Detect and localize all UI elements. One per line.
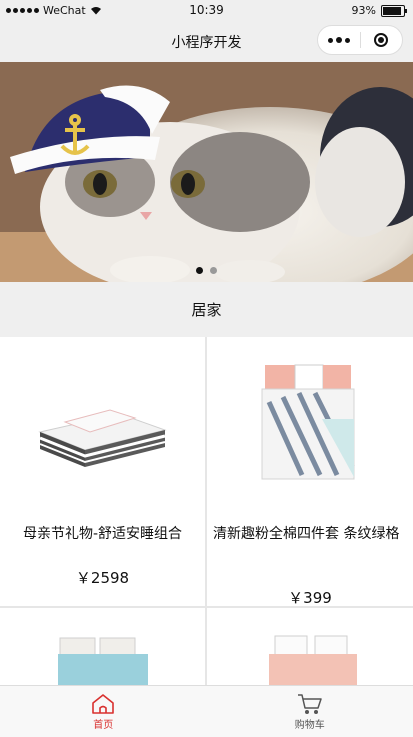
more-button[interactable] bbox=[318, 26, 360, 54]
tab-home[interactable]: 首页 bbox=[0, 686, 207, 737]
category-title: 居家 bbox=[0, 282, 413, 337]
tab-label: 购物车 bbox=[294, 719, 325, 731]
battery-percent: 93% bbox=[351, 4, 376, 17]
bedding-set-image bbox=[261, 364, 355, 480]
product-card[interactable]: 母亲节礼物-舒适安睡组合 ￥2598 bbox=[0, 337, 205, 606]
product-grid: 母亲节礼物-舒适安睡组合 ￥2598 清新趣粉全棉四件套 条纹绿格 ￥399 bbox=[0, 337, 413, 686]
product-card[interactable] bbox=[207, 608, 413, 686]
carousel-dot[interactable] bbox=[196, 267, 203, 274]
product-title: 清新趣粉全棉四件套 条纹绿格 bbox=[213, 526, 400, 542]
tab-label: 首页 bbox=[93, 719, 114, 731]
close-button[interactable] bbox=[361, 26, 403, 54]
tab-cart[interactable]: 购物车 bbox=[207, 686, 413, 737]
nav-bar: 小程序开发 bbox=[0, 22, 413, 62]
product-price: ￥2598 bbox=[75, 569, 130, 587]
product-card[interactable]: 清新趣粉全棉四件套 条纹绿格 ￥399 bbox=[207, 337, 413, 607]
banner-carousel[interactable] bbox=[0, 62, 413, 282]
product-title: 母亲节礼物-舒适安睡组合 bbox=[22, 526, 183, 542]
tab-bar: 首页 购物车 bbox=[0, 685, 413, 737]
home-icon bbox=[92, 693, 115, 714]
pink-bedding-image bbox=[269, 635, 357, 686]
status-bar: WeChat 10:39 93% bbox=[0, 0, 413, 22]
product-price: ￥399 bbox=[288, 589, 332, 607]
banner-cat-image bbox=[0, 62, 413, 282]
carousel-dot[interactable] bbox=[210, 267, 217, 274]
status-right: 93% bbox=[351, 4, 407, 17]
product-card[interactable] bbox=[0, 608, 205, 686]
mattress-image bbox=[38, 409, 167, 467]
carousel-indicators bbox=[0, 267, 413, 274]
close-icon bbox=[374, 33, 389, 47]
cart-icon bbox=[297, 693, 322, 714]
battery-icon bbox=[381, 4, 407, 17]
mini-program-capsule bbox=[317, 25, 403, 55]
blue-bedding-image bbox=[58, 637, 148, 686]
